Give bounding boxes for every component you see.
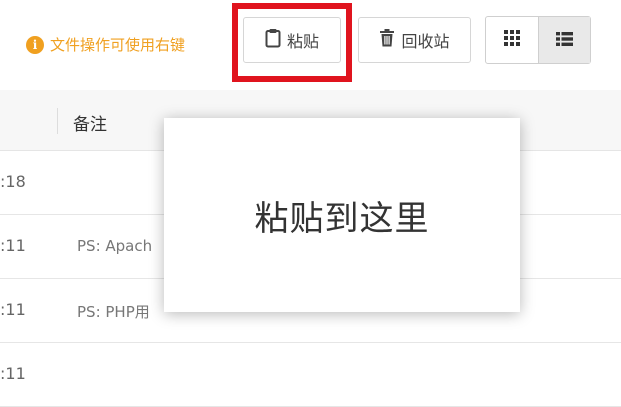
popup-text: 粘贴到这里 (254, 198, 430, 239)
row-time: :18 (0, 172, 26, 191)
info-icon: i (26, 35, 44, 54)
hint: i 文件操作可使用右键 (26, 34, 185, 55)
column-header-note: 备注 (73, 115, 107, 135)
file-toolbar: i 文件操作可使用右键 粘贴 回收站 (0, 0, 621, 90)
list-view-button[interactable] (537, 17, 590, 63)
paste-here-popup[interactable]: 粘贴到这里 (164, 118, 520, 312)
paste-button[interactable]: 粘贴 (243, 17, 341, 63)
paste-label: 粘贴 (286, 32, 319, 51)
list-view-icon (555, 31, 573, 50)
trash-icon (379, 29, 395, 51)
row-note: PS: PHP用 (77, 303, 150, 321)
recycle-bin-button[interactable]: 回收站 (358, 17, 471, 63)
row-time: :11 (0, 364, 26, 383)
table-row[interactable]: :11 (0, 343, 621, 407)
recycle-label: 回收站 (401, 32, 450, 51)
row-time: :11 (0, 236, 26, 255)
row-time: :11 (0, 300, 26, 319)
column-divider (57, 108, 58, 134)
grid-view-button[interactable] (486, 17, 538, 63)
clipboard-icon (265, 28, 281, 52)
grid-view-icon (503, 30, 520, 50)
view-toggle (485, 16, 591, 64)
hint-text: 文件操作可使用右键 (50, 36, 186, 54)
row-note: PS: Apach (77, 237, 153, 255)
